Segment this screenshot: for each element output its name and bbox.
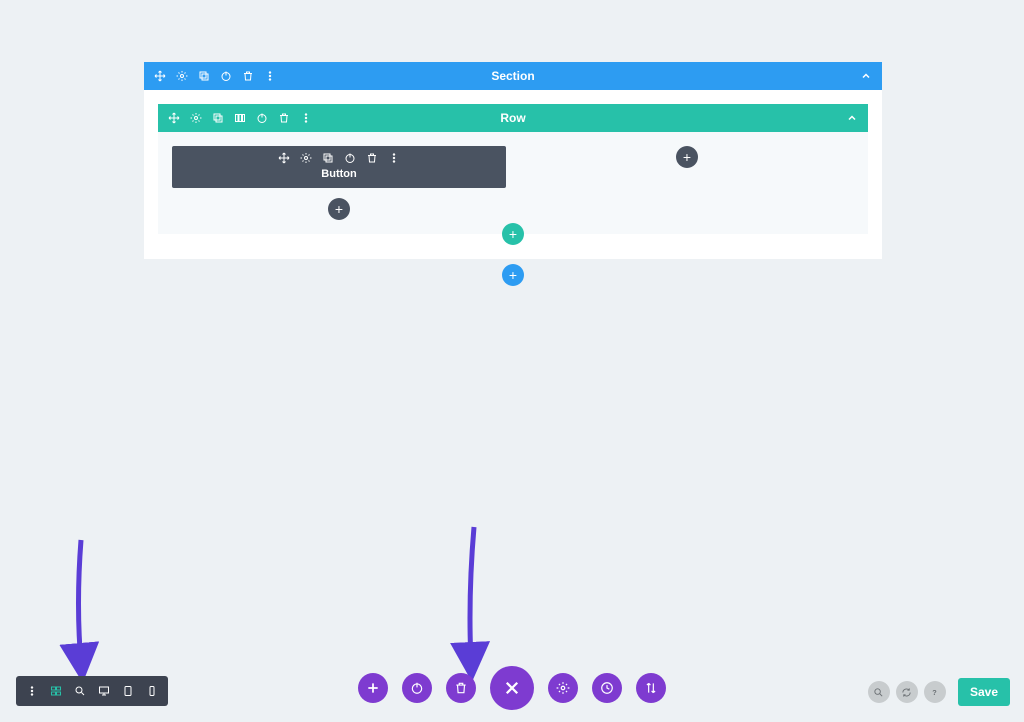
chevron-up-icon[interactable]: [860, 70, 872, 82]
tablet-icon[interactable]: [122, 685, 134, 697]
svg-text:?: ?: [933, 687, 938, 696]
row-header[interactable]: Row: [158, 104, 868, 132]
chevron-up-icon[interactable]: [846, 112, 858, 124]
gear-icon[interactable]: [190, 112, 202, 124]
add-section-button[interactable]: +: [502, 264, 524, 286]
more-icon[interactable]: [26, 685, 38, 697]
section-tools: [144, 70, 276, 82]
add-row-button[interactable]: +: [502, 223, 524, 245]
trash-icon[interactable]: [366, 152, 378, 164]
phone-icon[interactable]: [146, 685, 158, 697]
zoom-icon[interactable]: [74, 685, 86, 697]
settings-button[interactable]: [548, 673, 578, 703]
help-icon[interactable]: ?: [924, 681, 946, 703]
move-icon[interactable]: [278, 152, 290, 164]
section-body: Row: [144, 90, 882, 259]
close-button[interactable]: [490, 666, 534, 710]
gear-icon[interactable]: [300, 152, 312, 164]
row-tools: [158, 112, 312, 124]
more-icon[interactable]: [388, 152, 400, 164]
column-1: Button +: [172, 146, 506, 220]
save-button[interactable]: Save: [958, 678, 1010, 706]
help-toolbar: ? Save: [868, 678, 1010, 706]
delete-button[interactable]: [446, 673, 476, 703]
duplicate-icon[interactable]: [212, 112, 224, 124]
desktop-icon[interactable]: [98, 685, 110, 697]
duplicate-icon[interactable]: [198, 70, 210, 82]
duplicate-icon[interactable]: [322, 152, 334, 164]
history-button[interactable]: [592, 673, 622, 703]
section-block: Section Row: [144, 62, 882, 259]
move-icon[interactable]: [168, 112, 180, 124]
more-icon[interactable]: [264, 70, 276, 82]
gear-icon[interactable]: [176, 70, 188, 82]
module-tools: [172, 146, 506, 164]
add-module-button[interactable]: +: [676, 146, 698, 168]
move-icon[interactable]: [154, 70, 166, 82]
page-actions-toolbar: [358, 666, 666, 710]
power-button[interactable]: [402, 673, 432, 703]
trash-icon[interactable]: [242, 70, 254, 82]
columns-icon[interactable]: [234, 112, 246, 124]
trash-icon[interactable]: [278, 112, 290, 124]
wireframe-view-icon[interactable]: [50, 685, 62, 697]
module-label: Button: [172, 164, 506, 188]
annotation-arrow-center: [456, 522, 486, 677]
button-module[interactable]: Button: [172, 146, 506, 188]
add-button[interactable]: [358, 673, 388, 703]
more-icon[interactable]: [300, 112, 312, 124]
row-body: Button + +: [158, 132, 868, 234]
swap-button[interactable]: [636, 673, 666, 703]
annotation-arrow-left: [66, 535, 96, 680]
column-2: +: [520, 146, 854, 220]
add-module-button[interactable]: +: [328, 198, 350, 220]
sync-icon[interactable]: [896, 681, 918, 703]
power-icon[interactable]: [256, 112, 268, 124]
power-icon[interactable]: [344, 152, 356, 164]
section-header[interactable]: Section: [144, 62, 882, 90]
power-icon[interactable]: [220, 70, 232, 82]
search-icon[interactable]: [868, 681, 890, 703]
view-toolbar: [16, 676, 168, 706]
